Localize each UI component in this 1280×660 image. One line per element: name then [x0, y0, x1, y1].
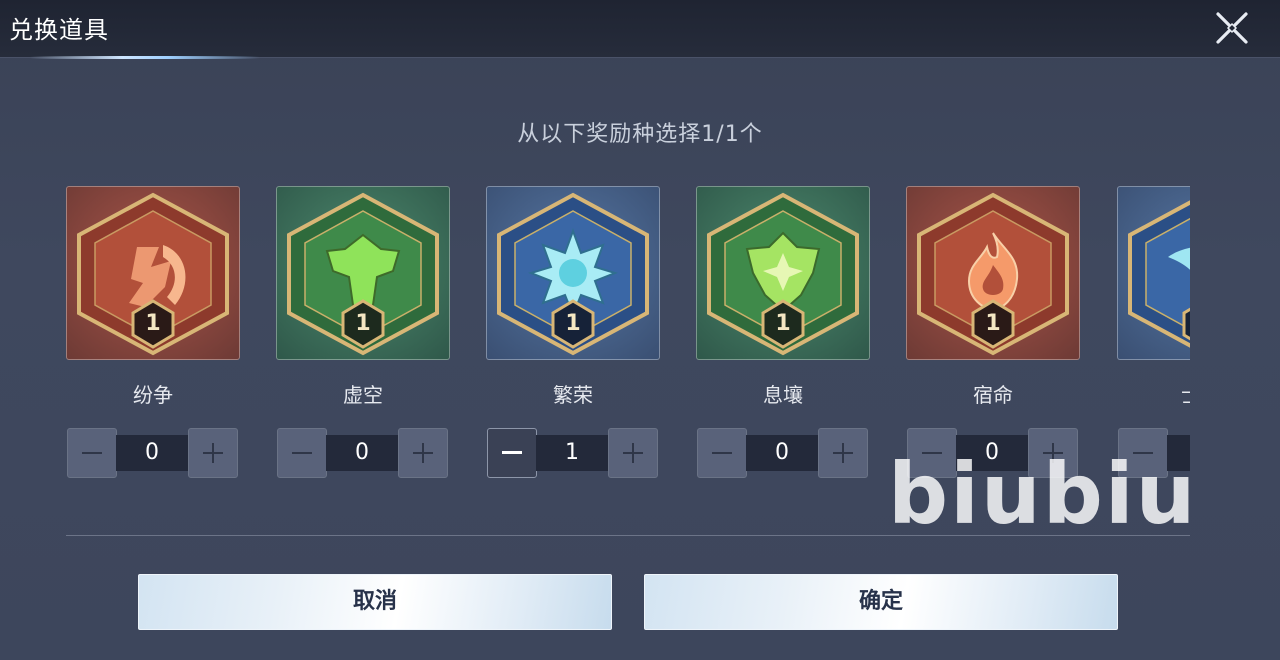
decrease-button[interactable] [277, 428, 327, 478]
increase-button[interactable] [818, 428, 868, 478]
badge-label: 1 [775, 311, 791, 336]
increase-button[interactable] [398, 428, 448, 478]
close-x-icon [1216, 12, 1248, 44]
reward-name: 繁荣 [553, 383, 593, 407]
reward-name: 纷争 [133, 383, 173, 407]
watermark-logo: biubiu [888, 445, 1198, 543]
decrease-button[interactable] [67, 428, 117, 478]
reward-tile[interactable]: 1 [486, 186, 660, 360]
minus-icon [712, 452, 732, 454]
decrease-button[interactable] [697, 428, 747, 478]
title-bar: 兑换道具 [0, 0, 1280, 59]
cancel-button[interactable]: 取消 [138, 574, 612, 630]
quantity-stepper: 0 [67, 428, 239, 478]
reward-name: 息壤 [763, 383, 803, 407]
confirm-button[interactable]: 确定 [644, 574, 1118, 630]
wave-emblem-icon [1128, 200, 1190, 348]
dialog-title: 兑换道具 [9, 16, 109, 44]
reward-tile[interactable]: 1 [66, 186, 240, 360]
selection-instruction: 从以下奖励种选择1/1个 [517, 122, 763, 147]
increase-button[interactable] [188, 428, 238, 478]
badge-label: 1 [985, 311, 1001, 336]
badge-label: 1 [565, 311, 581, 336]
reward-list[interactable]: 1 纷争 0 1 虚空 0 1 繁荣 1 1 息壤 0 1 宿命 0 [66, 186, 1190, 486]
increase-button[interactable] [608, 428, 658, 478]
quantity-value: 0 [746, 435, 818, 471]
quantity-value: 1 [536, 435, 608, 471]
plus-icon-vertical [212, 443, 214, 463]
reward-tile[interactable]: 1 [906, 186, 1080, 360]
reward-tile[interactable]: 1 [276, 186, 450, 360]
close-button[interactable] [1212, 8, 1252, 48]
quantity-stepper: 0 [277, 428, 449, 478]
reward-name-clipped: 士 [1181, 379, 1190, 408]
quantity-value: 0 [326, 435, 398, 471]
title-glow-decoration [30, 56, 260, 59]
quantity-stepper: 1 [487, 428, 659, 478]
reward-name: 宿命 [973, 383, 1013, 407]
quantity-value: 0 [116, 435, 188, 471]
minus-icon [82, 452, 102, 454]
plus-icon-vertical [422, 443, 424, 463]
badge-label: 1 [355, 311, 371, 336]
reward-name: 虚空 [343, 383, 383, 407]
plus-icon-vertical [842, 443, 844, 463]
minus-icon [292, 452, 312, 454]
reward-tile[interactable]: 1 [696, 186, 870, 360]
minus-icon [502, 451, 522, 454]
divider [66, 535, 1190, 536]
decrease-button[interactable] [487, 428, 537, 478]
reward-tile[interactable] [1117, 186, 1190, 360]
quantity-stepper: 0 [697, 428, 869, 478]
badge-label: 1 [145, 311, 161, 336]
plus-icon-vertical [632, 443, 634, 463]
